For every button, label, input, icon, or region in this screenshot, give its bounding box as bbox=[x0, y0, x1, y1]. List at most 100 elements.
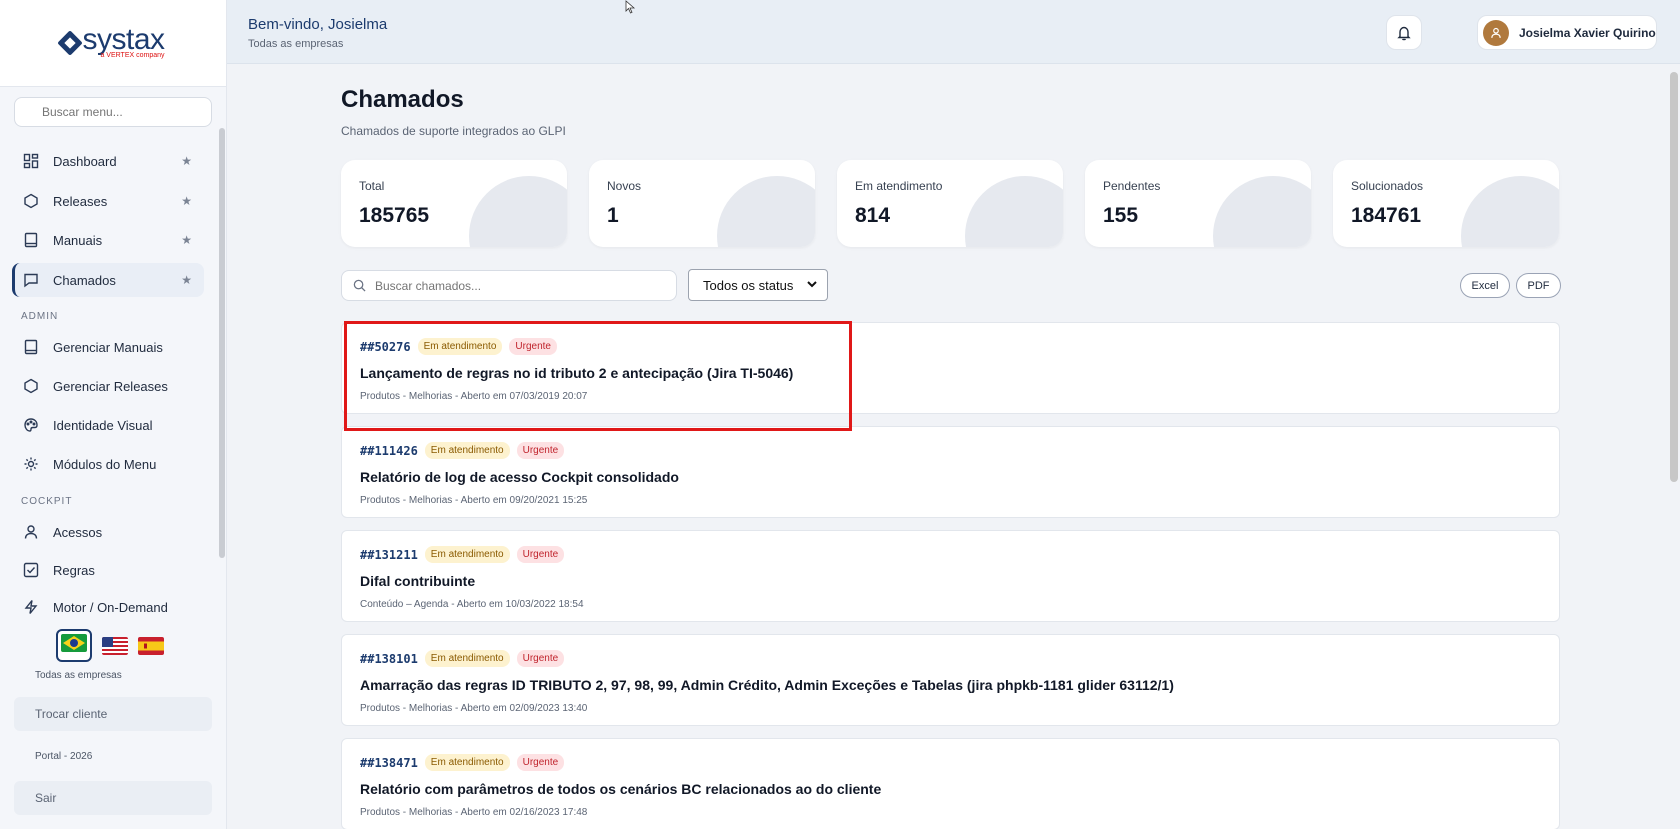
stat-label: Novos bbox=[607, 179, 642, 193]
sidebar-item-label: Dashboard bbox=[53, 153, 117, 169]
dashboard-icon bbox=[23, 153, 39, 169]
sidebar-item-chamados[interactable]: Chamados ★ bbox=[12, 263, 204, 297]
spain-flag-icon[interactable] bbox=[138, 636, 164, 655]
sidebar-item-label: Regras bbox=[53, 562, 95, 578]
stat-value: 155 bbox=[1103, 204, 1139, 227]
card-decoration bbox=[1213, 176, 1311, 247]
welcome-message: Bem-vindo, Josielma bbox=[248, 16, 388, 33]
status-filter-value: Todos os status bbox=[703, 277, 794, 293]
card-decoration bbox=[469, 176, 567, 247]
sidebar-item-label: Módulos do Menu bbox=[53, 456, 157, 472]
sidebar-item-releases[interactable]: Releases ★ bbox=[12, 184, 204, 218]
ticket-id[interactable]: ##131211 bbox=[360, 548, 418, 562]
ticket-search[interactable] bbox=[341, 270, 677, 301]
ticket-title[interactable]: Difal contribuinte bbox=[360, 573, 475, 589]
sidebar-item-label: Identidade Visual bbox=[53, 417, 153, 433]
sidebar-item-label: Gerenciar Releases bbox=[53, 378, 168, 394]
sidebar-item-identidade-visual[interactable]: Identidade Visual bbox=[12, 408, 204, 442]
star-icon[interactable]: ★ bbox=[181, 154, 192, 168]
highlight-box bbox=[344, 321, 852, 431]
ticket-title[interactable]: Amarração das regras ID TRIBUTO 2, 97, 9… bbox=[360, 677, 1174, 693]
ticket-meta: Produtos - Melhorias - Aberto em 02/16/2… bbox=[360, 807, 588, 818]
stat-value: 1 bbox=[607, 204, 619, 227]
switch-client-button[interactable]: Trocar cliente bbox=[14, 697, 212, 731]
stat-value: 184761 bbox=[1351, 204, 1422, 227]
ticket-title[interactable]: Relatório de log de acesso Cockpit conso… bbox=[360, 469, 679, 485]
ticket-card[interactable]: ##138101 Em atendimento Urgente Amarraçã… bbox=[341, 634, 1560, 726]
stat-card-total: Total 185765 bbox=[341, 160, 567, 247]
page-scrollbar[interactable] bbox=[1670, 72, 1678, 482]
status-badge: Em atendimento bbox=[424, 754, 510, 771]
priority-badge: Urgente bbox=[516, 442, 565, 459]
ticket-id[interactable]: ##138101 bbox=[360, 652, 418, 666]
portal-footer: Portal - 2026 bbox=[35, 751, 93, 762]
notifications-button[interactable] bbox=[1386, 15, 1422, 50]
menu-search-input[interactable] bbox=[14, 97, 212, 127]
sidebar-item-label: Chamados bbox=[53, 272, 116, 288]
ticket-title[interactable]: Relatório com parâmetros de todos os cen… bbox=[360, 781, 881, 797]
sidebar-item-label: Manuais bbox=[53, 232, 103, 248]
checkbox-icon bbox=[23, 562, 39, 578]
page-title: Chamados bbox=[341, 86, 464, 113]
ticket-card[interactable]: ##138471 Em atendimento Urgente Relatóri… bbox=[341, 738, 1560, 829]
brand-name: systax bbox=[82, 23, 165, 56]
logo-area: systax a VERTEX company bbox=[0, 0, 226, 87]
sidebar-scrollbar[interactable] bbox=[219, 128, 225, 558]
gear-icon bbox=[24, 457, 38, 471]
ticket-card[interactable]: ##111426 Em atendimento Urgente Relatóri… bbox=[341, 426, 1560, 518]
company-scope: Todas as empresas bbox=[35, 670, 122, 681]
priority-badge: Urgente bbox=[516, 754, 565, 771]
ticket-id[interactable]: ##138471 bbox=[360, 756, 418, 770]
stat-value: 185765 bbox=[359, 204, 430, 227]
ticket-card[interactable]: ##131211 Em atendimento Urgente Difal co… bbox=[341, 530, 1560, 622]
section-admin-title: ADMIN bbox=[21, 311, 59, 322]
sidebar-item-label: Gerenciar Manuais bbox=[53, 339, 163, 355]
stat-value: 814 bbox=[855, 204, 891, 227]
page-subtitle: Chamados de suporte integrados ao GLPI bbox=[341, 124, 566, 138]
export-pdf-button[interactable]: PDF bbox=[1516, 273, 1561, 298]
sidebar-item-dashboard[interactable]: Dashboard ★ bbox=[12, 144, 204, 178]
ticket-meta: Produtos - Melhorias - Aberto em 09/20/2… bbox=[360, 495, 588, 506]
section-cockpit-title: COCKPIT bbox=[21, 496, 73, 507]
ticket-meta: Produtos - Melhorias - Aberto em 02/09/2… bbox=[360, 703, 588, 714]
star-icon[interactable]: ★ bbox=[181, 194, 192, 208]
book-icon bbox=[24, 232, 38, 248]
sidebar-item-gerenciar-releases[interactable]: Gerenciar Releases bbox=[12, 369, 204, 403]
star-icon[interactable]: ★ bbox=[181, 233, 192, 247]
status-badge: Em atendimento bbox=[424, 546, 510, 563]
status-filter-select[interactable]: Todos os status bbox=[688, 269, 828, 301]
mouse-cursor-icon bbox=[625, 0, 636, 14]
star-icon[interactable]: ★ bbox=[181, 273, 192, 287]
user-menu-button[interactable]: Josielma Xavier Quirino bbox=[1477, 15, 1657, 50]
bell-icon bbox=[1397, 26, 1411, 40]
book-icon bbox=[24, 339, 38, 355]
stat-card-em-atendimento: Em atendimento 814 bbox=[837, 160, 1063, 247]
sidebar-item-gerenciar-manuais[interactable]: Gerenciar Manuais bbox=[12, 330, 204, 364]
brand-logo[interactable]: systax a VERTEX company bbox=[57, 23, 165, 59]
stat-card-pendentes: Pendentes 155 bbox=[1085, 160, 1311, 247]
sidebar-item-modulos-menu[interactable]: Módulos do Menu bbox=[12, 447, 204, 481]
ticket-id[interactable]: ##111426 bbox=[360, 444, 418, 458]
language-switcher bbox=[56, 629, 164, 662]
sidebar-item-manuais[interactable]: Manuais ★ bbox=[12, 223, 204, 257]
sidebar-item-label: Releases bbox=[53, 193, 108, 209]
export-excel-button[interactable]: Excel bbox=[1460, 273, 1510, 298]
bolt-icon bbox=[24, 600, 38, 614]
search-icon bbox=[353, 279, 366, 292]
hexagon-icon bbox=[24, 378, 38, 394]
flag-brazil-button[interactable] bbox=[56, 629, 92, 662]
user-icon bbox=[24, 525, 38, 539]
sidebar-item-acessos[interactable]: Acessos bbox=[12, 515, 204, 549]
sidebar-item-regras[interactable]: Regras bbox=[12, 553, 204, 587]
card-decoration bbox=[1461, 176, 1559, 247]
stat-label: Pendentes bbox=[1103, 179, 1161, 193]
header-scope: Todas as empresas bbox=[248, 38, 344, 50]
sidebar-item-motor-on-demand[interactable]: Motor / On-Demand bbox=[12, 590, 204, 624]
usa-flag-icon[interactable] bbox=[102, 636, 128, 655]
ticket-search-input[interactable] bbox=[375, 278, 655, 293]
logout-button[interactable]: Sair bbox=[14, 781, 212, 815]
hexagon-icon bbox=[24, 193, 38, 209]
stat-card-novos: Novos 1 bbox=[589, 160, 815, 247]
sidebar-item-label: Motor / On-Demand bbox=[53, 599, 168, 615]
sidebar-item-label: Acessos bbox=[53, 524, 103, 540]
